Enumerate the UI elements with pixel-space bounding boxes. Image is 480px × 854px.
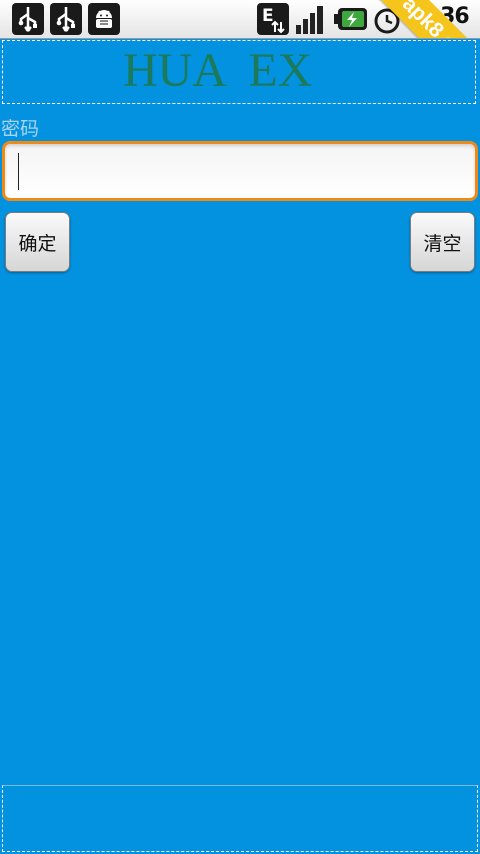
- signal-icon: [294, 3, 327, 35]
- battery-charging-icon: [334, 6, 368, 32]
- header-banner: HUA EX: [2, 40, 476, 104]
- usb-icon: [50, 3, 82, 35]
- confirm-button[interactable]: 确定: [5, 212, 70, 272]
- android-debug-icon: [88, 3, 120, 35]
- app-title: HUA EX: [123, 44, 313, 97]
- clear-button[interactable]: 清空: [410, 212, 475, 272]
- svg-text:E: E: [262, 6, 274, 26]
- status-bar: E 1:36 apk8.com: [0, 0, 480, 39]
- edge-data-icon: E: [257, 3, 289, 35]
- password-input[interactable]: [2, 141, 478, 201]
- password-label: 密码: [1, 118, 40, 140]
- footer-panel: [2, 785, 478, 852]
- usb-icon: [12, 3, 44, 35]
- text-cursor: [18, 153, 19, 190]
